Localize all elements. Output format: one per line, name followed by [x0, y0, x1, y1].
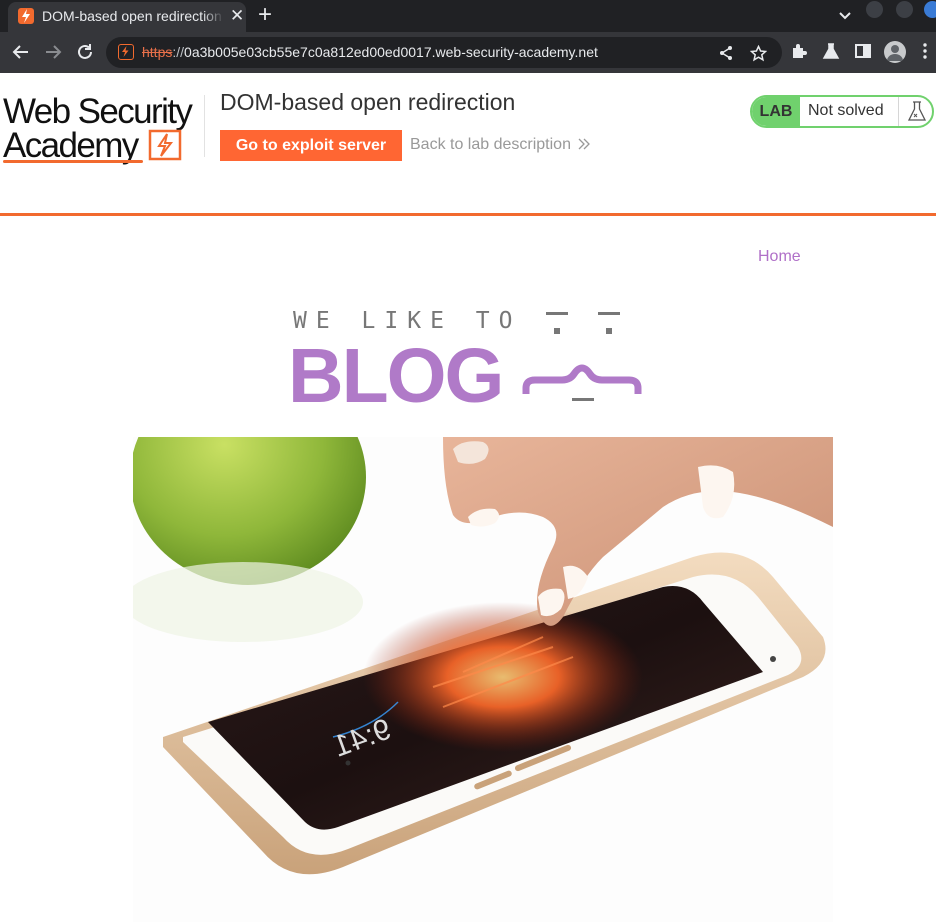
- favicon-icon: [18, 8, 34, 24]
- go-to-exploit-server-button[interactable]: Go to exploit server: [220, 130, 402, 161]
- blog-header-logo: WE LIKE TO BLOG: [288, 306, 650, 419]
- browser-toolbar: https://0a3b005e03cb55e7c0a812ed00ed0017…: [0, 32, 936, 73]
- web-security-academy-logo[interactable]: Web Security Academy: [3, 93, 203, 165]
- window-maximize-button[interactable]: [896, 1, 913, 18]
- lab-title: DOM-based open redirection: [220, 89, 516, 115]
- lab-status-widget: LAB Not solved: [750, 95, 934, 128]
- blog-wordmark: BLOG: [288, 333, 504, 419]
- nav-home-link[interactable]: Home: [758, 248, 801, 266]
- blog-tagline: WE LIKE TO: [293, 308, 522, 334]
- new-tab-button[interactable]: +: [258, 1, 272, 29]
- blog-face-icon: [522, 312, 642, 401]
- forward-icon[interactable]: [42, 41, 64, 63]
- header-divider: [204, 95, 205, 157]
- labs-flask-icon[interactable]: [822, 42, 840, 60]
- url-host: 0a3b005e03cb55e7c0a812ed00ed0017.web-sec…: [184, 44, 598, 60]
- side-panel-icon[interactable]: [854, 42, 872, 60]
- lab-header: Web Security Academy DOM-based open redi…: [0, 73, 936, 216]
- logo-bolt-icon: [148, 129, 182, 161]
- browser-tab-bar: DOM-based open redirection ✕ +: [0, 0, 936, 32]
- window-minimize-button[interactable]: [866, 1, 883, 18]
- window-close-button[interactable]: [924, 1, 936, 18]
- double-chevron-right-icon[interactable]: [577, 137, 591, 151]
- tab-title-fade: [202, 6, 224, 28]
- profile-icon[interactable]: [884, 41, 906, 63]
- browser-tab-active[interactable]: DOM-based open redirection ✕: [8, 2, 246, 32]
- tab-close-icon[interactable]: ✕: [230, 7, 244, 25]
- url-text: https://0a3b005e03cb55e7c0a812ed00ed0017…: [142, 44, 598, 60]
- extensions-icon[interactable]: [790, 42, 808, 60]
- address-bar[interactable]: https://0a3b005e03cb55e7c0a812ed00ed0017…: [106, 37, 782, 68]
- bookmark-star-icon[interactable]: [750, 45, 767, 62]
- url-separator: ://: [172, 44, 185, 60]
- site-info-icon[interactable]: [118, 44, 134, 60]
- lab-badge: LAB: [752, 97, 800, 126]
- share-icon[interactable]: [718, 45, 734, 61]
- tab-search-chevron-icon[interactable]: [836, 6, 854, 24]
- tab-title: DOM-based open redirection: [42, 8, 222, 24]
- url-scheme: https: [142, 44, 173, 60]
- back-icon[interactable]: [10, 41, 32, 63]
- blog-hero-image[interactable]: 9:41: [133, 437, 833, 922]
- menu-icon[interactable]: [920, 42, 930, 60]
- logo-underline: [3, 160, 143, 163]
- reload-icon[interactable]: [74, 41, 96, 63]
- smartphone-hand-illustration: 9:41: [133, 437, 833, 922]
- lab-status-flask-icon: [898, 97, 932, 126]
- lab-status-text: Not solved: [808, 102, 884, 119]
- back-to-lab-description-link[interactable]: Back to lab description: [410, 136, 571, 154]
